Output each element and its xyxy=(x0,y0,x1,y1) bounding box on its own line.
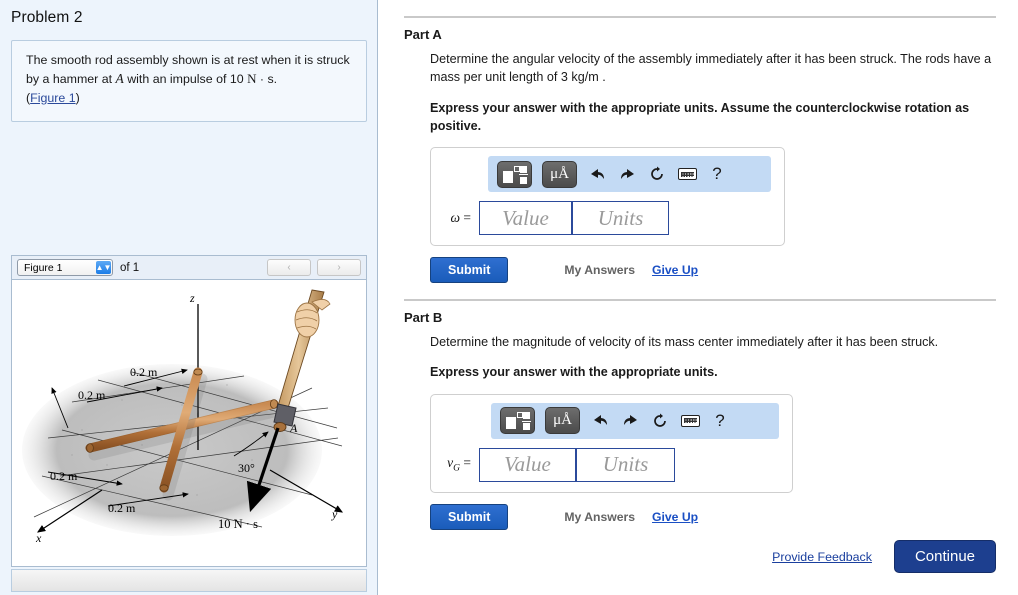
part-a-submit-button[interactable]: Submit xyxy=(430,257,509,283)
part-a-question: Determine the angular velocity of the as… xyxy=(430,52,992,85)
statement-part-3: · s. xyxy=(256,72,278,87)
part-b-submit-button[interactable]: Submit xyxy=(430,503,509,530)
part-a-submit-row: Submit My Answers Give Up xyxy=(430,257,996,283)
figure-count-label: of 1 xyxy=(120,261,140,274)
chevron-left-icon: ‹ xyxy=(287,262,291,273)
axis-label-x: x xyxy=(35,531,42,545)
part-b-question: Determine the magnitude of velocity of i… xyxy=(430,335,939,349)
help-question-icon[interactable]: ? xyxy=(707,163,727,185)
point-label-a: A xyxy=(289,421,298,435)
math-template-icon[interactable] xyxy=(500,407,535,434)
provide-feedback-link[interactable]: Provide Feedback xyxy=(772,550,872,564)
part-b-my-answers-link[interactable]: My Answers xyxy=(564,510,635,524)
part-a-body: Determine the angular velocity of the as… xyxy=(430,50,996,283)
axis-label-y: y xyxy=(331,507,338,521)
axis-label-z: z xyxy=(189,291,195,305)
part-a-variable-label: ω = xyxy=(450,210,471,225)
math-template-icon[interactable] xyxy=(497,160,532,188)
reset-circular-arrow-icon[interactable] xyxy=(650,410,670,432)
part-b-input-row: vG = Value Units xyxy=(441,447,782,482)
statement-part-2: with an impulse of 10 xyxy=(123,72,248,87)
micro-angstrom-units-icon[interactable]: μÅ xyxy=(542,160,577,188)
keyboard-icon[interactable] xyxy=(677,163,697,185)
angle-label: 30° xyxy=(238,461,255,475)
dimension-top-right: 0.2 m xyxy=(130,365,158,379)
part-a-toolbar: μÅ ? xyxy=(488,156,771,192)
rod-assembly-diagram: z y x A 30° 10 N · s 0.2 m 0.2 m 0.2 m 0… xyxy=(22,289,344,545)
part-b-toolbar: μÅ ? xyxy=(491,402,779,439)
units-icon-label: μÅ xyxy=(550,165,569,182)
part-a-variable-symbol: ω xyxy=(450,210,460,225)
part-a-instruction: Express your answer with the appropriate… xyxy=(430,100,970,133)
part-a-give-up-link[interactable]: Give Up xyxy=(652,263,698,277)
part-b-body: Determine the magnitude of velocity of i… xyxy=(430,333,996,530)
problem-statement-text: The smooth rod assembly shown is at rest… xyxy=(26,53,350,106)
page-root: Problem 2 The smooth rod assembly shown … xyxy=(0,0,1018,595)
dimension-top-left: 0.2 m xyxy=(78,388,106,402)
page-title: Problem 2 xyxy=(11,9,83,26)
part-a-units-input[interactable]: Units xyxy=(572,201,669,235)
figure-1-link[interactable]: Figure 1 xyxy=(30,91,75,105)
figure-prev-button[interactable]: ‹ xyxy=(267,259,311,276)
units-icon-label: μÅ xyxy=(553,412,572,428)
part-b-units-input[interactable]: Units xyxy=(576,447,675,482)
part-b-value-input[interactable]: Value xyxy=(479,447,576,482)
part-b-label: Part B xyxy=(404,310,443,325)
figure-select-dropdown[interactable]: Figure 1 ▲▼ xyxy=(17,259,113,276)
part-b-submit-row: Submit My Answers Give Up xyxy=(430,503,996,530)
part-b-variable-label: vG = xyxy=(447,455,471,474)
hand-icon xyxy=(294,299,331,338)
part-a-input-row: ω = Value Units xyxy=(441,201,774,235)
chevron-updown-icon: ▲▼ xyxy=(96,261,111,274)
figure-nav-group: ‹ › xyxy=(267,259,361,276)
divider-part-a xyxy=(404,16,996,18)
part-b-give-up-link[interactable]: Give Up xyxy=(652,510,698,524)
dimension-bottom-left: 0.2 m xyxy=(50,469,78,483)
figure-image-frame[interactable]: z y x A 30° 10 N · s 0.2 m 0.2 m 0.2 m 0… xyxy=(11,279,367,567)
help-question-icon[interactable]: ? xyxy=(710,410,730,432)
redo-arrow-icon[interactable] xyxy=(617,163,637,185)
figure-footer-bar xyxy=(11,569,367,592)
part-b-answer-widget: μÅ ? vG = Value Units xyxy=(430,393,793,493)
problem-statement-box: The smooth rod assembly shown is at rest… xyxy=(11,40,367,122)
figure-select-value: Figure 1 xyxy=(24,261,63,274)
figure-toolbar: Figure 1 ▲▼ of 1 ‹ › xyxy=(11,255,367,279)
part-a-value-input[interactable]: Value xyxy=(479,201,572,235)
continue-button[interactable]: Continue xyxy=(893,540,996,573)
impulse-label: 10 N · s xyxy=(218,517,258,531)
undo-arrow-icon[interactable] xyxy=(590,410,610,432)
problem-panel: Problem 2 The smooth rod assembly shown … xyxy=(0,0,378,595)
divider-part-b xyxy=(404,299,996,301)
part-a-answer-widget: μÅ ? ω = Value Units xyxy=(430,147,785,246)
answer-panel: Part A Determine the angular velocity of… xyxy=(378,0,1018,595)
figure-next-button[interactable]: › xyxy=(317,259,361,276)
part-b-instruction: Express your answer with the appropriate… xyxy=(430,365,718,380)
part-a-label: Part A xyxy=(404,27,442,42)
statement-var-a: A xyxy=(115,71,124,87)
dimension-bottom-right: 0.2 m xyxy=(108,501,136,515)
reset-circular-arrow-icon[interactable] xyxy=(647,163,667,185)
micro-angstrom-units-icon[interactable]: μÅ xyxy=(545,407,580,434)
chevron-right-icon: › xyxy=(337,262,341,273)
part-b-variable-subscript: G xyxy=(453,463,460,474)
page-footer: Provide Feedback Continue xyxy=(772,540,996,573)
part-a-my-answers-link[interactable]: My Answers xyxy=(564,263,635,277)
keyboard-icon[interactable] xyxy=(680,410,700,432)
redo-arrow-icon[interactable] xyxy=(620,410,640,432)
undo-arrow-icon[interactable] xyxy=(587,163,607,185)
